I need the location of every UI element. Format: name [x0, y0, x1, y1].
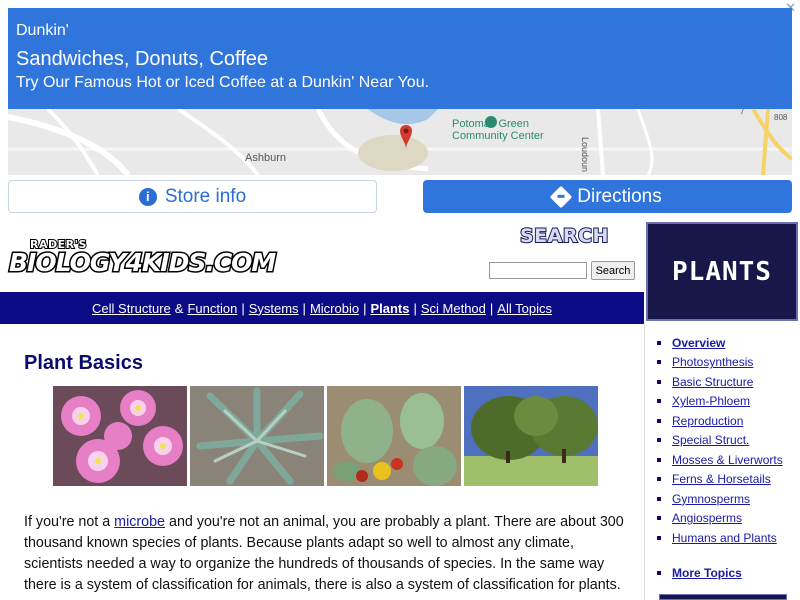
- section-badge-text: PLANTS: [672, 256, 772, 287]
- ad-banner[interactable]: ✕ Dunkin' Sandwiches, Donuts, Coffee Try…: [0, 0, 800, 219]
- store-info-label: Store info: [164, 185, 247, 207]
- nav-separator: |: [363, 300, 367, 316]
- nav-microbio[interactable]: Microbio: [310, 301, 359, 316]
- sidebar-link[interactable]: Overview: [672, 336, 725, 350]
- trees-photo: [464, 386, 598, 486]
- nav-separator: |: [302, 300, 306, 316]
- sidebar-link[interactable]: Xylem-Phloem: [672, 394, 750, 408]
- sidebar-item-ferns-horsetails[interactable]: Ferns & Horsetails: [657, 470, 783, 490]
- info-icon: i: [138, 187, 157, 206]
- search-heading: SEARCH: [519, 224, 609, 248]
- intro-paragraph: If you're not a microbe and you're not a…: [24, 512, 630, 596]
- more-topics-link[interactable]: More Topics: [672, 566, 742, 580]
- map-label-poi: Potomac Green Community Center: [452, 118, 544, 142]
- nav-separator: |: [489, 300, 494, 316]
- sidebar-item-angiosperms[interactable]: Angiosperms: [657, 509, 783, 529]
- nav-plants[interactable]: Plants: [370, 301, 409, 316]
- section-badge-inner: PLANTS: [646, 222, 798, 321]
- section-badge: PLANTS: [644, 220, 800, 324]
- sidebar-link[interactable]: Photosynthesis: [672, 355, 753, 369]
- nav-separator: |: [413, 300, 417, 316]
- sidebar-item-gymnosperms[interactable]: Gymnosperms: [657, 489, 783, 509]
- directions-icon: [549, 185, 573, 208]
- microbe-link[interactable]: microbe: [114, 514, 165, 530]
- main-content: Plant Basics If you're not a microbe and…: [0, 324, 644, 600]
- nav-sci-method[interactable]: Sci Method: [421, 301, 486, 316]
- map-label-route-808: 808: [774, 113, 788, 122]
- page-title: Plant Basics: [24, 352, 143, 374]
- store-info-button[interactable]: i Store info: [8, 180, 377, 213]
- ad-title: Sandwiches, Donuts, Coffee: [16, 48, 269, 70]
- sidebar-item-special-struct[interactable]: Special Struct.: [657, 431, 783, 451]
- photo-strip: [53, 386, 598, 486]
- nav-function[interactable]: Function: [187, 301, 237, 316]
- sidebar-item-reproduction[interactable]: Reproduction: [657, 411, 783, 431]
- sidebar-item-overview[interactable]: Overview: [657, 333, 783, 353]
- sidebar-link[interactable]: Gymnosperms: [672, 492, 750, 506]
- intro-text-start: If you're not a: [24, 514, 115, 530]
- sidebar-link[interactable]: Humans and Plants: [672, 531, 777, 545]
- logo-main-text: BIOLOGY4KIDS.COM: [7, 247, 277, 279]
- sidebar-link[interactable]: Special Struct.: [672, 433, 749, 447]
- ad-map[interactable]: Ashburn Potomac Green Community Center L…: [8, 109, 792, 175]
- map-label-town: Ashburn: [245, 152, 286, 164]
- sidebar-link[interactable]: Basic Structure: [672, 375, 753, 389]
- nav-all-topics[interactable]: All Topics: [497, 301, 552, 316]
- map-roads: [8, 109, 792, 175]
- sidebar-item-basic-structure[interactable]: Basic Structure: [657, 372, 783, 392]
- topic-nav: Cell Structure & Function | Systems | Mi…: [0, 292, 644, 324]
- nav-cell-structure[interactable]: Cell Structure: [92, 301, 171, 316]
- ad-description: Try Our Famous Hot or Iced Coffee at a D…: [16, 74, 430, 91]
- directions-button[interactable]: Directions: [423, 180, 792, 213]
- ice-plant-flowers-photo: [53, 386, 187, 486]
- aloe-succulent-photo: [190, 386, 324, 486]
- more-topics-item[interactable]: More Topics: [657, 566, 742, 580]
- sidebar-item-humans-and-plants[interactable]: Humans and Plants: [657, 528, 783, 548]
- search-button[interactable]: Search: [591, 261, 635, 280]
- prickly-pear-cactus-photo: [327, 386, 461, 486]
- sidebar-list: Overview Photosynthesis Basic Structure …: [657, 333, 783, 548]
- nav-separator: |: [241, 300, 245, 316]
- sidebar-item-xylem-phloem[interactable]: Xylem-Phloem: [657, 392, 783, 412]
- search-input[interactable]: [489, 262, 587, 279]
- topic-sidebar: Overview Photosynthesis Basic Structure …: [644, 324, 800, 600]
- sidebar-link[interactable]: Reproduction: [672, 414, 743, 428]
- sidebar-link[interactable]: Angiosperms: [672, 511, 742, 525]
- map-label-route-7: 7: [740, 109, 745, 116]
- sidebar-item-photosynthesis[interactable]: Photosynthesis: [657, 353, 783, 373]
- sidebar-item-mosses-liverworts[interactable]: Mosses & Liverworts: [657, 450, 783, 470]
- nav-ampersand: &: [174, 300, 184, 316]
- site-logo[interactable]: RADER'S BIOLOGY4KIDS.COM: [7, 237, 277, 282]
- map-label-road: Loudoun C: [580, 137, 590, 175]
- sidebar-link[interactable]: Ferns & Horsetails: [672, 472, 771, 486]
- sidebar-bottom-badge: [659, 594, 787, 600]
- nav-systems[interactable]: Systems: [249, 301, 299, 316]
- ad-brand: Dunkin': [16, 22, 69, 39]
- directions-label: Directions: [577, 185, 662, 207]
- sidebar-link[interactable]: Mosses & Liverworts: [672, 453, 783, 467]
- ad-header[interactable]: Dunkin' Sandwiches, Donuts, Coffee Try O…: [8, 8, 792, 109]
